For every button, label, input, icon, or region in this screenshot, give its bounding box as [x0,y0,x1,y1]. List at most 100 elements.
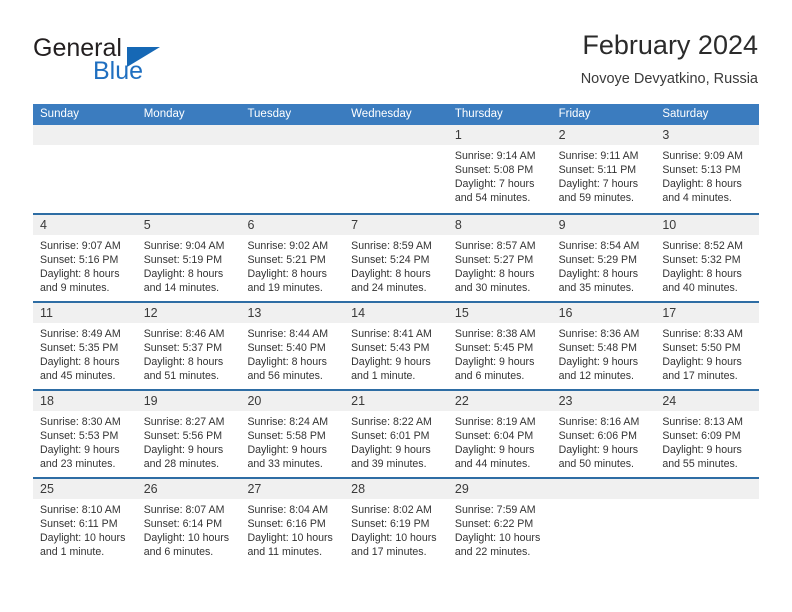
calendar-day-cell[interactable]: 7 Sunrise: 8:59 AM Sunset: 5:24 PM Daylight… [344,215,448,301]
daylight-text-line1: Daylight: 8 hours [662,178,742,191]
calendar-day-cell[interactable]: 24 Sunrise: 8:13 AM Sunset: 6:09 PM Dayligh… [655,391,760,477]
day-number-band: 21 [344,391,448,411]
calendar-week-row: 1 Sunrise: 9:14 AM Sunset: 5:08 PM Daylight… [33,125,760,213]
calendar-day-cell[interactable]: 25 Sunrise: 8:10 AM Sunset: 6:11 PM Dayligh… [33,479,137,565]
day-number-band [344,125,448,145]
calendar-day-cell[interactable]: 1 Sunrise: 9:14 AM Sunset: 5:08 PM Daylight… [447,125,552,213]
general-blue-logo[interactable]: General Blue [33,34,253,92]
calendar-week-row: 18 Sunrise: 8:30 AM Sunset: 5:53 PM Dayligh… [33,389,760,477]
sunset-text: Sunset: 6:11 PM [40,518,118,531]
daylight-text-line2: and 17 minutes. [662,370,738,383]
daylight-text-line2: and 22 minutes. [454,546,531,559]
calendar-day-cell[interactable]: 15 Sunrise: 8:38 AM Sunset: 5:45 PM Dayligh… [447,303,552,389]
day-details: Sunrise: 9:04 AM Sunset: 5:19 PM Daylight:… [137,235,241,295]
daylight-text-line2: and 44 minutes. [454,458,531,471]
calendar-day-cell[interactable]: 20 Sunrise: 8:24 AM Sunset: 5:58 PM Dayligh… [240,391,345,477]
calendar-day-cell[interactable]: 14 Sunrise: 8:41 AM Sunset: 5:43 PM Dayligh… [344,303,448,389]
calendar-day-cell[interactable]: 27 Sunrise: 8:04 AM Sunset: 6:16 PM Dayligh… [240,479,345,565]
day-details: Sunrise: 9:14 AM Sunset: 5:08 PM Daylight:… [448,145,552,205]
sunrise-text: Sunrise: 8:07 AM [143,504,225,516]
calendar-day-cell[interactable]: 4 Sunrise: 9:07 AM Sunset: 5:16 PM Daylight… [33,215,137,301]
day-number-band: 18 [33,391,137,411]
calendar-day-cell[interactable]: 13 Sunrise: 8:44 AM Sunset: 5:40 PM Dayligh… [240,303,345,389]
day-number-band: 7 [344,215,448,235]
page-header: General Blue February 2024 Novoye Devyat… [33,28,758,100]
day-details [33,145,137,149]
calendar-day-cell[interactable]: 6 Sunrise: 9:02 AM Sunset: 5:21 PM Daylight… [240,215,345,301]
daylight-text-line2: and 30 minutes. [454,282,531,295]
daylight-text-line1: Daylight: 9 hours [454,356,535,369]
day-details: Sunrise: 8:52 AM Sunset: 5:32 PM Daylight:… [655,235,759,295]
sunset-text: Sunset: 5:24 PM [351,254,430,267]
calendar-day-cell[interactable]: 3 Sunrise: 9:09 AM Sunset: 5:13 PM Daylight… [655,125,760,213]
calendar-day-cell[interactable]: 12 Sunrise: 8:46 AM Sunset: 5:37 PM Dayligh… [136,303,241,389]
day-number: 22 [454,394,469,408]
daylight-text-line1: Daylight: 8 hours [143,356,224,369]
daylight-text-line2: and 28 minutes. [143,458,220,471]
sunset-text: Sunset: 5:43 PM [351,342,430,355]
calendar-day-cell[interactable]: 17 Sunrise: 8:33 AM Sunset: 5:50 PM Dayligh… [655,303,760,389]
calendar-day-cell[interactable]: 5 Sunrise: 9:04 AM Sunset: 5:19 PM Daylight… [136,215,241,301]
sunrise-text: Sunrise: 8:30 AM [40,416,121,428]
day-number-band: 24 [655,391,760,411]
day-number: 5 [143,218,151,232]
calendar-day-cell[interactable]: 28 Sunrise: 8:02 AM Sunset: 6:19 PM Dayligh… [344,479,448,565]
calendar-day-cell[interactable]: 23 Sunrise: 8:16 AM Sunset: 6:06 PM Dayligh… [551,391,656,477]
calendar-day-cell[interactable]: 19 Sunrise: 8:27 AM Sunset: 5:56 PM Dayligh… [136,391,241,477]
daylight-text-line1: Daylight: 10 hours [454,532,541,545]
day-number-band: 11 [33,303,137,323]
calendar-week-row: 11 Sunrise: 8:49 AM Sunset: 5:35 PM Dayligh… [33,301,760,389]
sunrise-text: Sunrise: 8:38 AM [454,328,536,340]
day-number: 14 [351,306,366,320]
day-details: Sunrise: 8:02 AM Sunset: 6:19 PM Daylight:… [344,499,448,559]
calendar-day-cell[interactable]: 2 Sunrise: 9:11 AM Sunset: 5:11 PM Daylight… [551,125,656,213]
day-number: 4 [40,218,47,232]
daylight-text-line1: Daylight: 8 hours [662,268,742,281]
sunrise-text: Sunrise: 8:16 AM [558,416,640,428]
calendar-day-cell[interactable]: 21 Sunrise: 8:22 AM Sunset: 6:01 PM Dayligh… [344,391,448,477]
calendar-day-cell[interactable]: 29 Sunrise: 7:59 AM Sunset: 6:22 PM Dayligh… [447,479,552,565]
calendar-day-cell[interactable]: 11 Sunrise: 8:49 AM Sunset: 5:35 PM Dayligh… [33,303,137,389]
day-details: Sunrise: 8:59 AM Sunset: 5:24 PM Daylight:… [344,235,448,295]
calendar-day-cell-empty [33,125,137,213]
calendar-day-cell[interactable]: 22 Sunrise: 8:19 AM Sunset: 6:04 PM Dayligh… [447,391,552,477]
day-number: 16 [558,306,573,320]
sunrise-text: Sunrise: 8:52 AM [662,240,743,252]
page-subtitle: Novoye Devyatkino, Russia [580,71,758,87]
sunrise-text: Sunrise: 8:44 AM [247,328,329,340]
daylight-text-line1: Daylight: 9 hours [351,356,431,369]
daylight-text-line2: and 23 minutes. [40,458,116,471]
sunset-text: Sunset: 5:08 PM [454,164,534,177]
daylight-text-line1: Daylight: 8 hours [40,356,120,369]
day-number: 26 [143,482,158,496]
daylight-text-line2: and 54 minutes. [454,192,531,205]
day-number-band [551,479,656,499]
daylight-text-line2: and 45 minutes. [40,370,116,383]
sunset-text: Sunset: 5:56 PM [143,430,223,443]
day-details: Sunrise: 8:22 AM Sunset: 6:01 PM Daylight:… [344,411,448,471]
daylight-text-line1: Daylight: 8 hours [247,268,327,281]
day-details: Sunrise: 8:13 AM Sunset: 6:09 PM Daylight:… [655,411,759,471]
daylight-text-line2: and 12 minutes. [558,370,634,383]
sunset-text: Sunset: 5:37 PM [143,342,223,355]
sunset-text: Sunset: 5:50 PM [662,342,741,355]
calendar-day-cell[interactable]: 8 Sunrise: 8:57 AM Sunset: 5:27 PM Daylight… [447,215,552,301]
daylight-text-line1: Daylight: 9 hours [247,444,327,457]
calendar-day-cell[interactable]: 10 Sunrise: 8:52 AM Sunset: 5:32 PM Dayligh… [655,215,760,301]
sunrise-text: Sunrise: 8:54 AM [558,240,640,252]
calendar-day-cell[interactable]: 9 Sunrise: 8:54 AM Sunset: 5:29 PM Daylight… [551,215,656,301]
sunrise-text: Sunrise: 9:04 AM [143,240,225,252]
calendar-day-cell[interactable]: 18 Sunrise: 8:30 AM Sunset: 5:53 PM Dayligh… [33,391,137,477]
day-number: 17 [662,306,677,320]
calendar-day-cell[interactable]: 16 Sunrise: 8:36 AM Sunset: 5:48 PM Dayligh… [551,303,656,389]
weekday-header-saturday: Saturday [662,108,709,120]
daylight-text-line2: and 39 minutes. [351,458,427,471]
daylight-text-line1: Daylight: 7 hours [558,178,639,191]
day-number-band: 12 [136,303,241,323]
day-details: Sunrise: 8:27 AM Sunset: 5:56 PM Daylight:… [137,411,241,471]
sunrise-text: Sunrise: 8:33 AM [662,328,743,340]
calendar-page: General Blue February 2024 Novoye Devyat… [0,0,792,612]
calendar-day-cell[interactable]: 26 Sunrise: 8:07 AM Sunset: 6:14 PM Dayligh… [136,479,241,565]
day-details [655,499,759,503]
day-details: Sunrise: 8:24 AM Sunset: 5:58 PM Daylight:… [240,411,344,471]
